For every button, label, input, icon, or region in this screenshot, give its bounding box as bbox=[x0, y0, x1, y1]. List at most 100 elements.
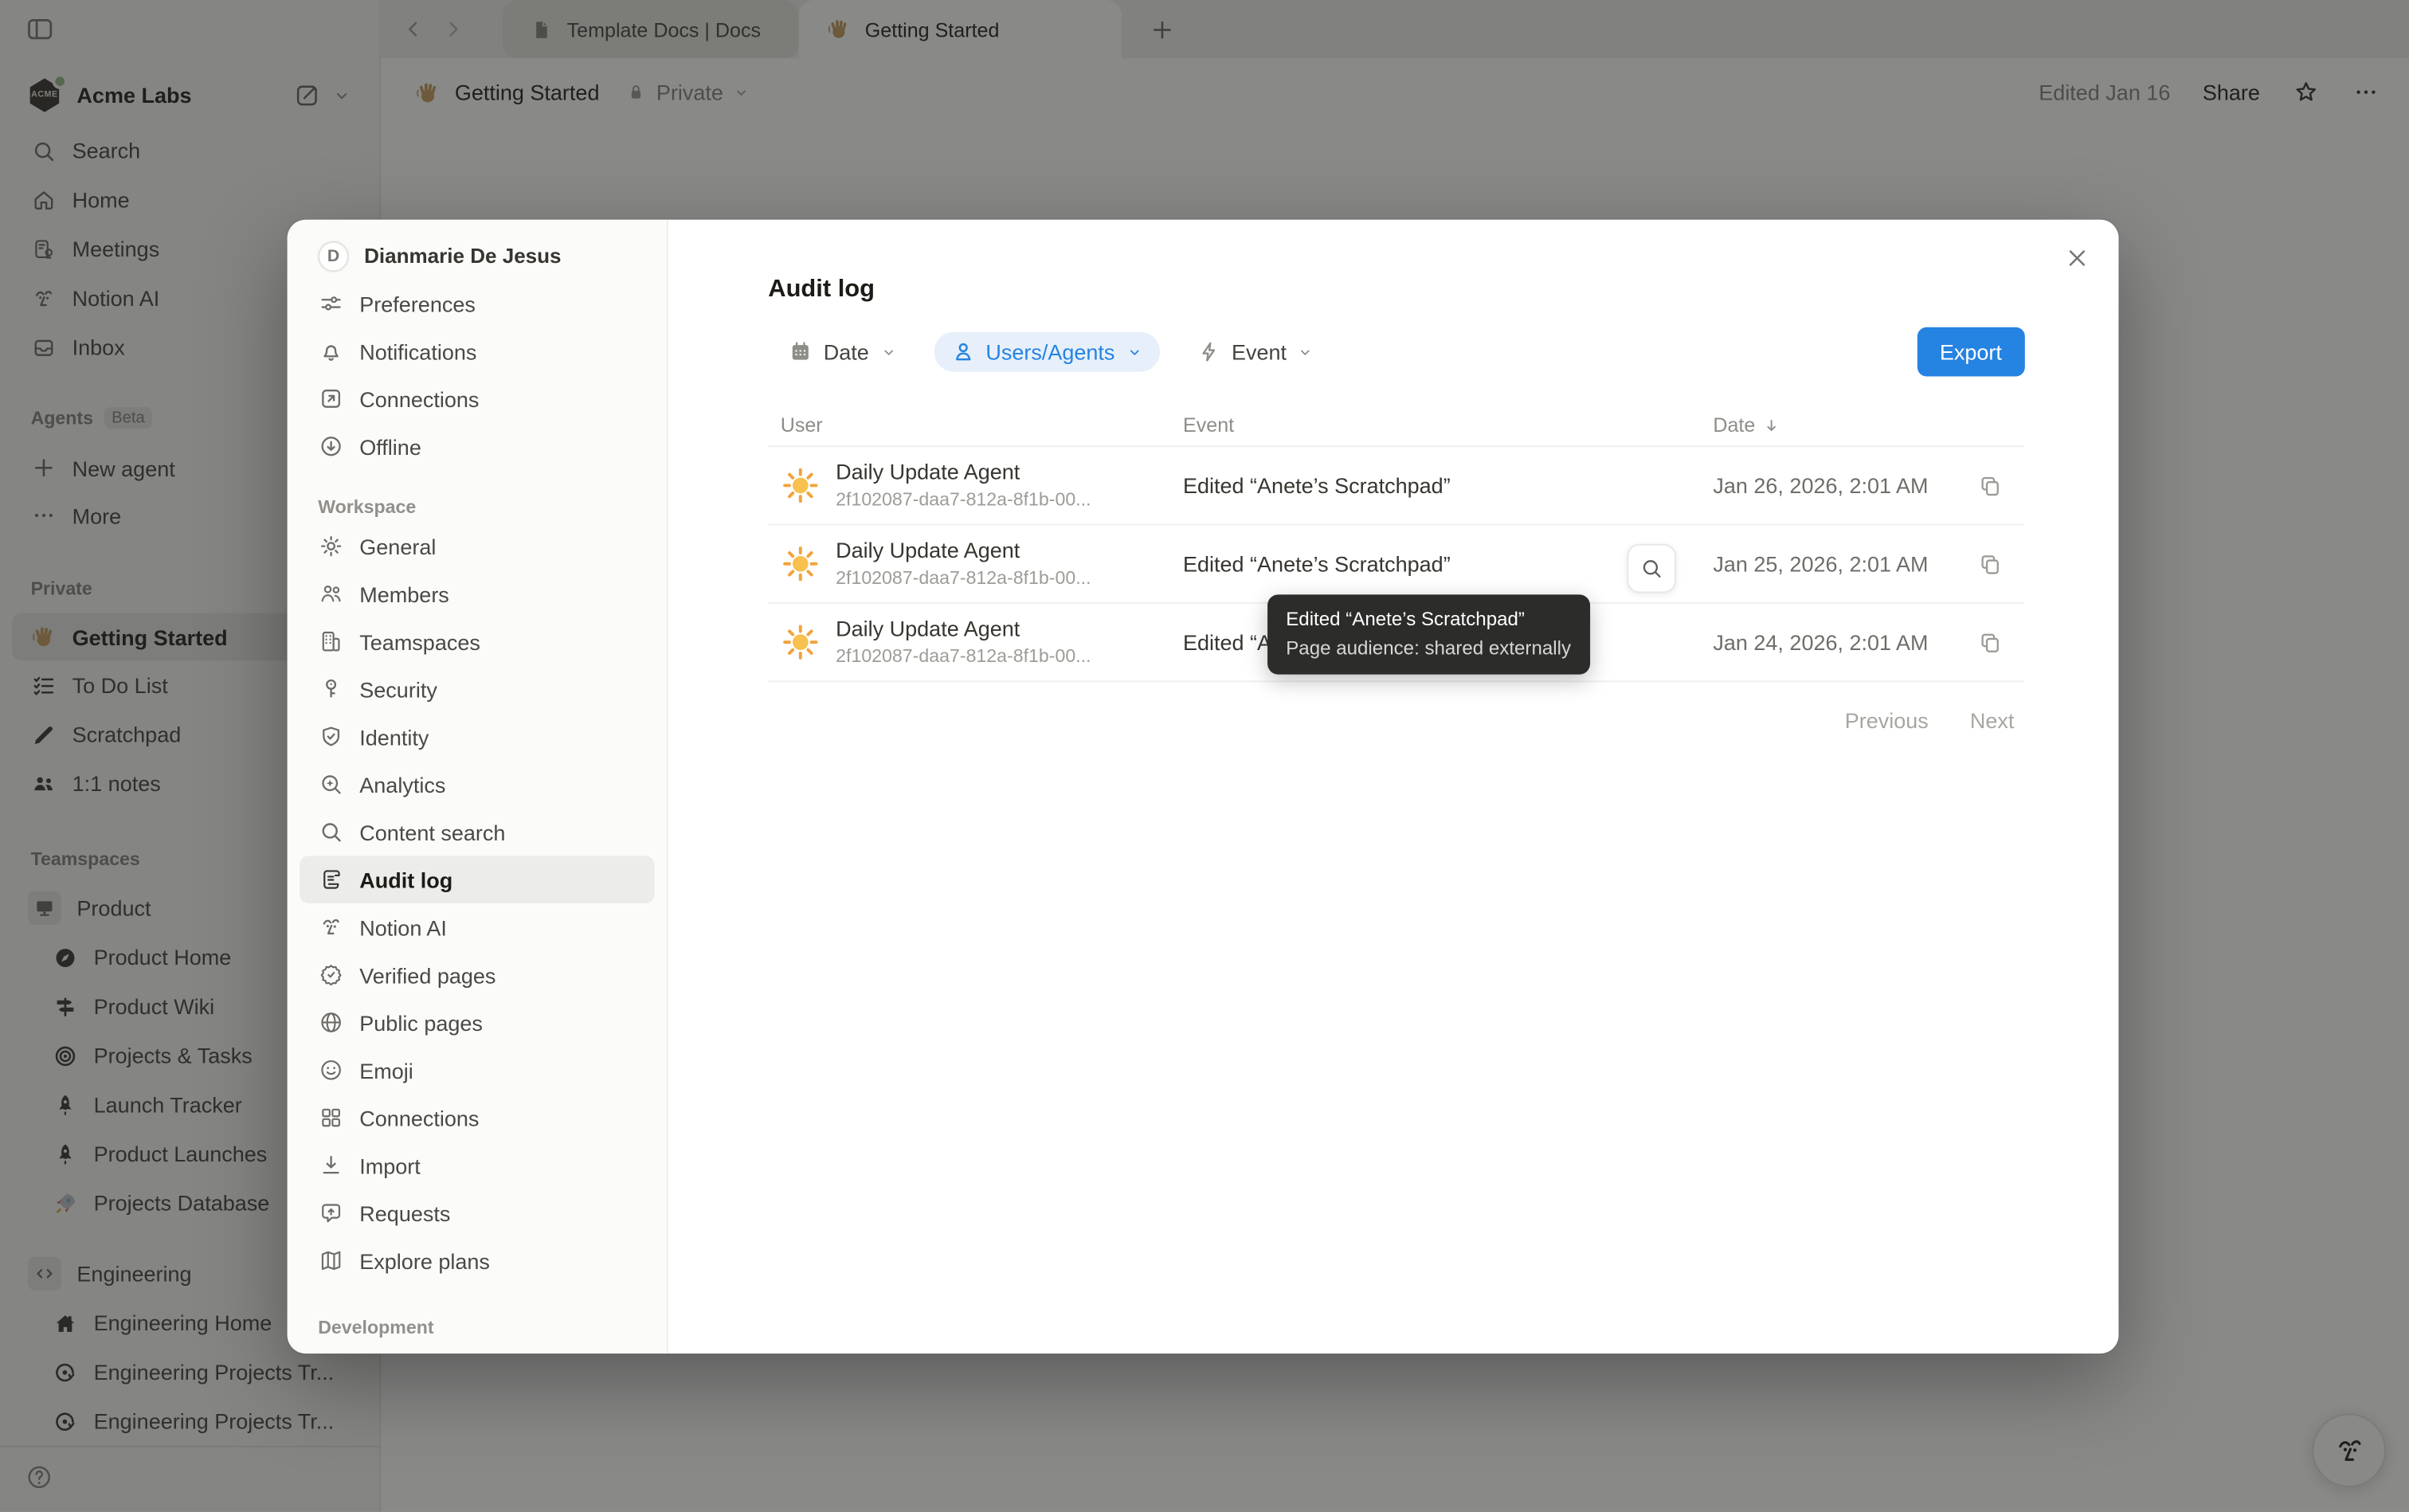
verified-seal-icon bbox=[318, 962, 344, 988]
filter-event[interactable]: Event bbox=[1184, 332, 1326, 372]
settings-sidebar: D Dianmarie De Jesus Preferences Notific… bbox=[288, 220, 668, 1353]
scroll-icon bbox=[318, 867, 344, 893]
chevron-down-icon bbox=[1126, 343, 1142, 360]
smiley-icon bbox=[318, 1057, 344, 1083]
settings-nav-public-pages[interactable]: Public pages bbox=[300, 999, 654, 1047]
download-circle-icon bbox=[318, 433, 344, 460]
filter-label: Date bbox=[824, 339, 869, 364]
table-row[interactable]: Daily Update Agent 2f102087-daa7-812a-8f… bbox=[768, 447, 2023, 525]
settings-nav-label: Analytics bbox=[359, 772, 445, 797]
date-cell: Jan 24, 2026, 2:01 AM bbox=[1713, 630, 1928, 655]
chevron-down-icon bbox=[1298, 343, 1314, 360]
filter-users-agents[interactable]: Users/Agents bbox=[934, 332, 1160, 372]
settings-nav-label: Public pages bbox=[359, 1010, 483, 1035]
settings-nav-notion-ai[interactable]: Notion AI bbox=[300, 903, 654, 951]
filter-label: Event bbox=[1232, 339, 1287, 364]
chevron-down-icon bbox=[879, 343, 896, 360]
account-name: Dianmarie De Jesus bbox=[364, 245, 561, 268]
settings-nav-emoji[interactable]: Emoji bbox=[300, 1046, 654, 1094]
settings-nav-account[interactable]: D Dianmarie De Jesus bbox=[300, 232, 654, 280]
tooltip-line-1: Edited “Anete’s Scratchpad” bbox=[1286, 605, 1571, 634]
settings-nav-label: Offline bbox=[359, 434, 421, 459]
date-cell: Jan 25, 2026, 2:01 AM bbox=[1713, 551, 1928, 576]
date-cell: Jan 26, 2026, 2:01 AM bbox=[1713, 473, 1928, 498]
inspect-event-button[interactable] bbox=[1627, 544, 1676, 593]
key-icon bbox=[318, 676, 344, 703]
column-header-event: Event bbox=[1183, 413, 1713, 437]
settings-nav-label: Members bbox=[359, 582, 449, 606]
pagination: Previous Next bbox=[1845, 708, 2015, 733]
close-icon[interactable] bbox=[2058, 240, 2095, 276]
event-cell: Edited “Anete’s Scratchpad” bbox=[1183, 473, 1713, 498]
settings-nav-label: Notifications bbox=[359, 339, 476, 363]
settings-nav-notifications[interactable]: Notifications bbox=[300, 327, 654, 375]
agent-name: Daily Update Agent bbox=[836, 538, 1091, 565]
settings-nav-verified-pages[interactable]: Verified pages bbox=[300, 951, 654, 999]
event-tooltip: Edited “Anete’s Scratchpad” Page audienc… bbox=[1267, 594, 1589, 673]
copy-icon[interactable] bbox=[1977, 629, 2004, 656]
settings-nav-label: Connections bbox=[359, 1106, 479, 1130]
settings-nav-security[interactable]: Security bbox=[300, 665, 654, 713]
request-bubble-icon bbox=[318, 1200, 344, 1226]
sliders-icon bbox=[318, 290, 344, 316]
table-row[interactable]: Daily Update Agent 2f102087-daa7-812a-8f… bbox=[768, 526, 2023, 604]
notion-ai-icon bbox=[318, 914, 344, 940]
column-header-date[interactable]: Date bbox=[1713, 413, 2023, 437]
column-header-user: User bbox=[768, 413, 1183, 437]
agent-id: 2f102087-daa7-812a-8f1b-00... bbox=[836, 488, 1091, 511]
settings-nav-analytics[interactable]: Analytics bbox=[300, 761, 654, 809]
previous-page-button[interactable]: Previous bbox=[1845, 708, 1929, 733]
shield-check-icon bbox=[318, 723, 344, 750]
settings-nav-requests[interactable]: Requests bbox=[300, 1189, 654, 1237]
app-window: ACME Acme Labs Search Home Meetings Noti… bbox=[0, 0, 2409, 1512]
map-icon bbox=[318, 1248, 344, 1274]
tooltip-line-2: Page audience: shared externally bbox=[1286, 634, 1571, 663]
settings-nav-label: Content search bbox=[359, 820, 505, 844]
import-icon bbox=[318, 1152, 344, 1178]
settings-nav-general[interactable]: General bbox=[300, 523, 654, 570]
settings-nav-members[interactable]: Members bbox=[300, 570, 654, 617]
settings-nav-label: Audit log bbox=[359, 868, 452, 892]
settings-nav-label: General bbox=[359, 534, 436, 558]
settings-modal: D Dianmarie De Jesus Preferences Notific… bbox=[288, 220, 2119, 1353]
settings-nav-identity[interactable]: Identity bbox=[300, 713, 654, 761]
settings-nav-content-search[interactable]: Content search bbox=[300, 808, 654, 856]
gear-icon bbox=[318, 533, 344, 559]
settings-nav-explore-plans[interactable]: Explore plans bbox=[300, 1236, 654, 1284]
settings-section-development: Development bbox=[300, 1312, 654, 1343]
settings-nav-label: Explore plans bbox=[359, 1248, 490, 1273]
settings-nav-connections-workspace[interactable]: Connections bbox=[300, 1094, 654, 1142]
copy-icon[interactable] bbox=[1977, 472, 2004, 499]
settings-nav-audit-log[interactable]: Audit log bbox=[300, 856, 654, 903]
agent-name: Daily Update Agent bbox=[836, 617, 1091, 644]
agent-id: 2f102087-daa7-812a-8f1b-00... bbox=[836, 645, 1091, 668]
calendar-icon bbox=[788, 339, 813, 364]
person-icon bbox=[950, 339, 975, 364]
settings-nav-teamspaces[interactable]: Teamspaces bbox=[300, 617, 654, 665]
settings-nav-import[interactable]: Import bbox=[300, 1142, 654, 1189]
copy-icon[interactable] bbox=[1977, 550, 2004, 577]
filter-bar: Date Users/Agents Event Export bbox=[776, 327, 2025, 377]
settings-nav-label: Emoji bbox=[359, 1058, 413, 1083]
lightning-icon bbox=[1197, 339, 1221, 364]
settings-nav-preferences[interactable]: Preferences bbox=[300, 280, 654, 327]
sort-descending-icon bbox=[1763, 416, 1781, 434]
settings-nav-connections[interactable]: Connections bbox=[300, 375, 654, 423]
magnifier-sparkle-icon bbox=[318, 771, 344, 797]
filter-date[interactable]: Date bbox=[776, 332, 909, 372]
sun-agent-avatar bbox=[781, 622, 821, 662]
bell-icon bbox=[318, 338, 344, 364]
settings-nav-label: Notion AI bbox=[359, 915, 447, 939]
settings-nav-label: Connections bbox=[359, 386, 479, 411]
search-icon bbox=[318, 819, 344, 845]
next-page-button[interactable]: Next bbox=[1970, 708, 2015, 733]
grid-icon bbox=[318, 1105, 344, 1131]
audit-log-title: Audit log bbox=[768, 276, 875, 304]
settings-nav-label: Preferences bbox=[359, 291, 476, 315]
settings-nav-label: Security bbox=[359, 677, 437, 702]
building-icon bbox=[318, 629, 344, 655]
agent-name: Daily Update Agent bbox=[836, 460, 1091, 487]
settings-nav-label: Verified pages bbox=[359, 962, 496, 987]
settings-nav-offline[interactable]: Offline bbox=[300, 422, 654, 470]
export-button[interactable]: Export bbox=[1917, 327, 2025, 377]
